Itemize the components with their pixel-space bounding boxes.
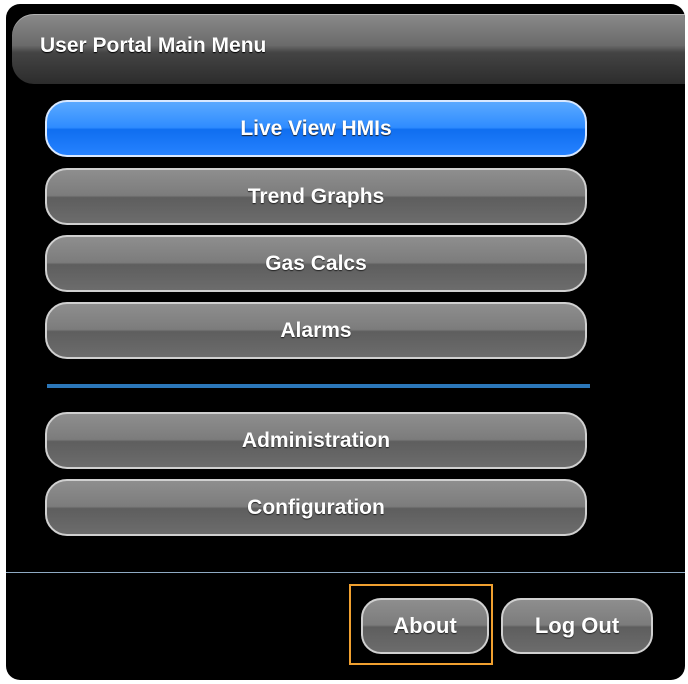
gas-calcs-button[interactable]: Gas Calcs: [45, 235, 587, 292]
log-out-button[interactable]: Log Out: [501, 598, 653, 654]
trend-graphs-button[interactable]: Trend Graphs: [45, 168, 587, 225]
about-button[interactable]: About: [361, 598, 489, 654]
menu-divider: [47, 384, 590, 388]
configuration-button[interactable]: Configuration: [45, 479, 587, 536]
live-view-hmis-button[interactable]: Live View HMIs: [45, 100, 587, 157]
administration-button[interactable]: Administration: [45, 412, 587, 469]
alarms-button[interactable]: Alarms: [45, 302, 587, 359]
page-title: User Portal Main Menu: [40, 34, 267, 57]
title-bar: User Portal Main Menu: [12, 14, 685, 84]
main-menu-panel: User Portal Main Menu Live View HMIs Tre…: [6, 4, 685, 680]
footer-divider: [6, 572, 685, 573]
